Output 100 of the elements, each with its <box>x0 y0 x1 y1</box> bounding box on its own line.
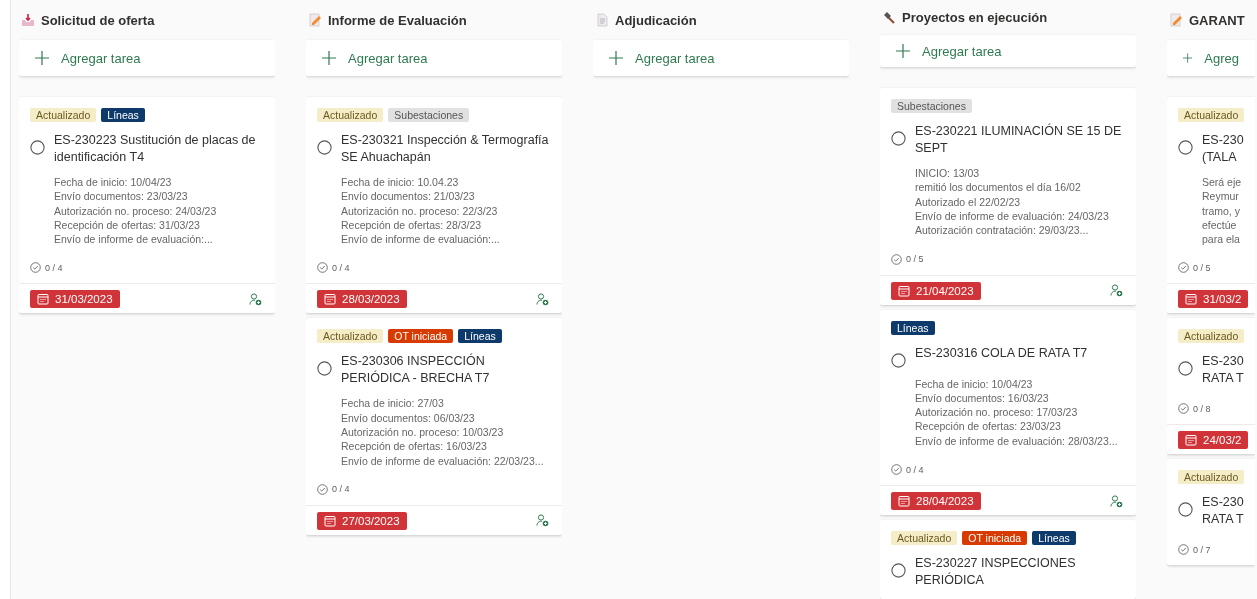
add-task-button[interactable]: Agregar tarea <box>306 40 562 76</box>
task-card[interactable] <box>880 88 1136 305</box>
memo-pencil-icon <box>1169 13 1183 27</box>
task-title: ES-230227 INSPECCIONES PERIÓDICA <box>915 555 1077 589</box>
due-date: 28/04/2023 <box>891 492 981 510</box>
task-title: ES-230 (TALA <box>1202 132 1244 166</box>
bucket-title: Solicitud de oferta <box>41 12 155 28</box>
task-card[interactable] <box>19 97 275 314</box>
calendar-icon <box>324 514 336 527</box>
add-task-button[interactable]: Agreg <box>1167 40 1255 76</box>
bucket-title: Informe de Evaluación <box>328 12 467 28</box>
task-notes: Fecha de inicio: 10/04/23 Envío documentos: 23/03/23 Autorización no. proceso: 24/03/23 Recepción de ofertas: 31/03/23 Envío de informe de evaluación:... <box>54 175 217 247</box>
memo-pencil-icon <box>308 13 322 27</box>
plus-icon <box>896 44 910 59</box>
complete-circle-icon[interactable] <box>891 352 906 368</box>
calendar-icon <box>898 284 910 297</box>
checklist-count: 0 / 4 <box>45 263 63 273</box>
add-task-button[interactable]: Agregar tarea <box>880 35 1136 68</box>
task-notes: INICIO: 13/03 remitió los documentos el día 16/02 Autorizado el 22/02/23 Envío de informe de evaluación: 24/03/23 Autorización contratación: 29/03/23... <box>915 166 1109 238</box>
task-card[interactable] <box>880 309 1136 515</box>
task-title: ES-230321 Inspección & Termografía SE Ahuachapán <box>341 132 550 166</box>
complete-circle-icon[interactable] <box>891 563 906 578</box>
bucket-title: GARANT <box>1189 12 1245 28</box>
label-tag: OT iniciada <box>388 329 454 344</box>
task-title: ES-230306 INSPECCIÓN PERIÓDICA - BRECHA T7 <box>341 353 491 388</box>
complete-circle-icon[interactable] <box>1178 140 1193 155</box>
label-tag: OT iniciada <box>962 531 1028 545</box>
plus-icon <box>322 51 336 65</box>
assign-person-icon[interactable] <box>1110 284 1123 297</box>
label-tag: Líneas <box>1032 531 1076 545</box>
label-tag: Líneas <box>458 329 502 344</box>
task-card[interactable] <box>306 318 562 535</box>
due-date: 24/03/2 <box>1178 431 1249 450</box>
assign-person-icon[interactable] <box>536 293 549 306</box>
label-tag: Actualizado <box>30 108 97 122</box>
complete-circle-icon[interactable] <box>1178 361 1193 377</box>
add-task-button[interactable]: Agregar tarea <box>593 40 849 76</box>
task-title: ES-230 RATA T <box>1202 353 1244 388</box>
task-notes: Fecha de inicio: 10.04.23 Envío documentos: 21/03/23 Autorización no. proceso: 22/3/23 Recepción de ofertas: 28/3/23 Envío de informe de evaluación:... <box>341 175 500 247</box>
checklist-icon <box>30 262 41 274</box>
due-date: 28/03/2023 <box>317 290 407 309</box>
label-tag: Actualizado <box>1178 108 1245 122</box>
label-tag: Actualizado <box>1178 329 1245 344</box>
checklist-count: 0 / 4 <box>332 484 350 495</box>
task-notes: Fecha de inicio: 10/04/23 Envío documentos: 16/03/23 Autorización no. proceso: 17/03/23 Recepción de ofertas: 23/03/23 Envío de informe de evaluación: 28/03/23... <box>915 376 1118 448</box>
task-card[interactable] <box>306 97 562 314</box>
calendar-icon <box>324 293 336 306</box>
calendar-icon <box>1185 434 1197 447</box>
hammer-icon <box>882 10 896 25</box>
plus-icon <box>1183 51 1193 65</box>
checklist-icon <box>1178 262 1189 274</box>
task-title: ES-230 RATA T <box>1202 494 1244 529</box>
plus-icon <box>609 51 623 65</box>
checklist-icon <box>1178 403 1189 415</box>
checklist-count: 0 / 7 <box>1193 545 1211 555</box>
checklist-icon <box>891 253 902 265</box>
label-tag: Actualizado <box>891 531 958 545</box>
checklist-count: 0 / 4 <box>332 263 350 273</box>
due-date: 31/03/2 <box>1178 290 1249 309</box>
assign-person-icon[interactable] <box>1110 494 1123 508</box>
checklist-icon <box>1178 544 1189 556</box>
calendar-icon <box>898 495 910 507</box>
page-icon <box>595 13 609 27</box>
assign-person-icon[interactable] <box>536 514 549 528</box>
label-tag: Líneas <box>891 320 935 335</box>
checklist-count: 0 / 5 <box>906 254 924 264</box>
checklist-count: 0 / 8 <box>1193 404 1211 414</box>
complete-circle-icon[interactable] <box>1178 502 1193 518</box>
complete-circle-icon[interactable] <box>317 361 332 377</box>
checklist-icon <box>317 262 328 274</box>
label-tag: Subestaciones <box>891 99 972 114</box>
due-date: 27/03/2023 <box>317 511 407 530</box>
calendar-icon <box>1185 293 1197 306</box>
task-notes: Fecha de inicio: 27/03 Envío documentos: 06/03/23 Autorización no. proceso: 10/03/23 Recepción de ofertas: 16/03/23 Envío de informe de evaluación: 22/03/23... <box>341 396 544 468</box>
bucket-title: Adjudicación <box>615 12 697 28</box>
complete-circle-icon[interactable] <box>317 140 332 155</box>
task-notes: Será eje Reymur tramo, y efectúe para ela <box>1202 175 1242 247</box>
task-card[interactable]: Actualizado ES-230 (TALA Será eje Reymur tramo, y efectúe para ela 0 / 5 31/03/2 <box>1167 97 1255 314</box>
task-card[interactable]: Actualizado ES-230 RATA T 0 / 7 <box>1167 459 1255 566</box>
label-tag: Actualizado <box>1178 470 1245 485</box>
complete-circle-icon[interactable] <box>30 140 45 155</box>
plus-icon <box>35 51 49 65</box>
label-tag: Actualizado <box>317 108 384 122</box>
task-card[interactable]: Actualizado ES-230 RATA T 0 / 8 24/03/2 <box>1167 318 1255 455</box>
label-tag: Actualizado <box>317 329 384 344</box>
due-date: 21/04/2023 <box>891 281 981 300</box>
task-title: ES-230223 Sustitución de placas de identificación T4 <box>54 132 257 166</box>
checklist-count: 0 / 5 <box>1193 263 1211 273</box>
label-tag: Líneas <box>101 108 145 122</box>
add-task-button[interactable]: Agregar tarea <box>19 40 275 76</box>
task-title: ES-230316 COLA DE RATA T7 <box>915 344 1088 362</box>
due-date: 31/03/2023 <box>30 290 120 309</box>
bucket-title: Proyectos en ejecución <box>902 10 1048 26</box>
checklist-icon <box>891 464 902 475</box>
task-card[interactable]: Actualizado OT iniciada Líneas ES-230227 INSPECCIONES PERIÓDICA <box>880 520 1136 599</box>
label-tag: Subestaciones <box>388 108 470 122</box>
assign-person-icon[interactable] <box>249 293 262 306</box>
task-title: ES-230221 ILUMINACIÓN SE 15 DE SEPT <box>915 123 1123 158</box>
complete-circle-icon[interactable] <box>891 131 906 147</box>
checklist-count: 0 / 4 <box>906 464 924 475</box>
